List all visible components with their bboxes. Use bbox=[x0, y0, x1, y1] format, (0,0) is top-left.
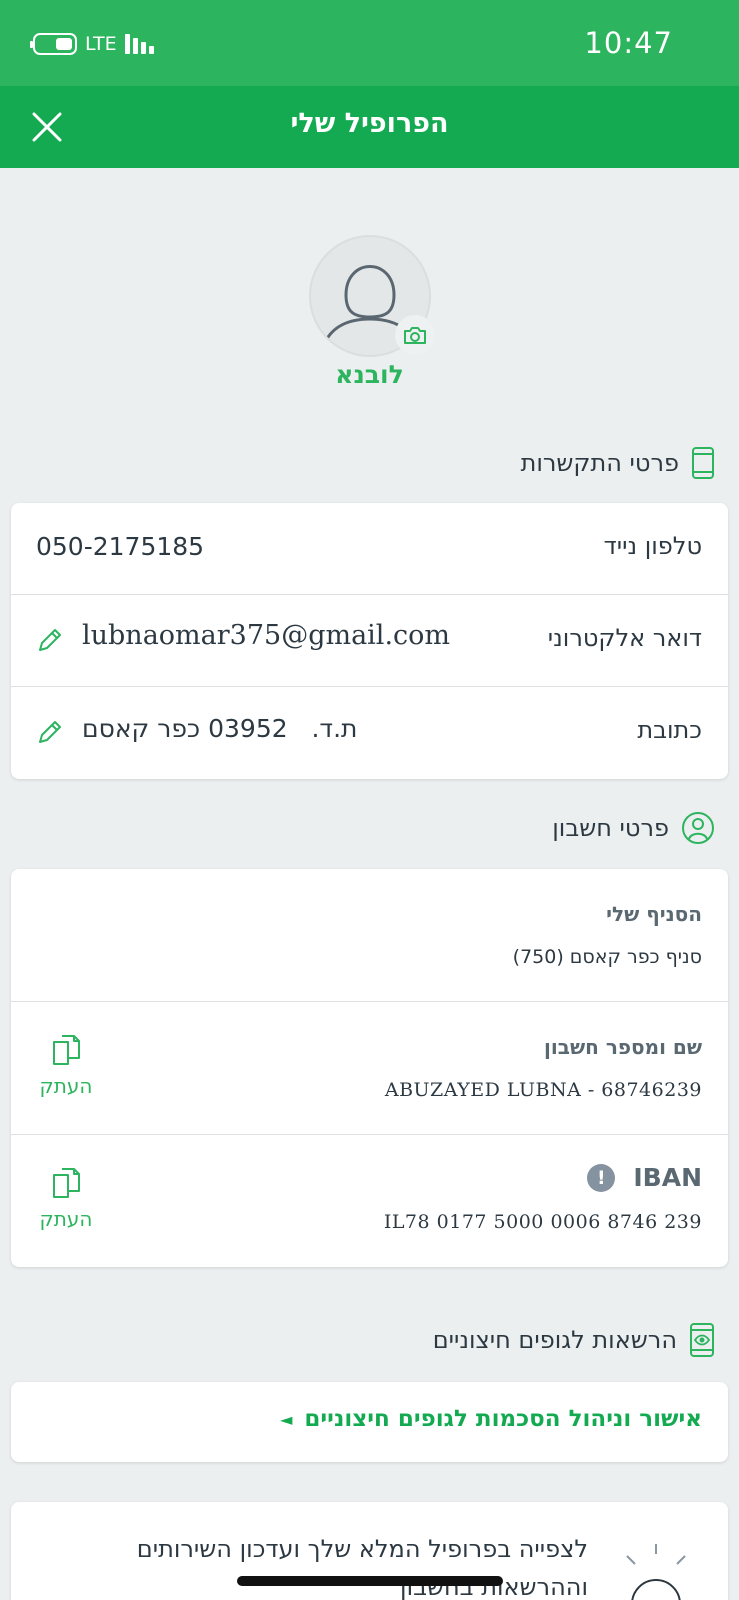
branch-label: הסניף שלי bbox=[606, 902, 702, 926]
copy-label: העתק bbox=[39, 1207, 93, 1231]
app-header: הפרופיל שלי bbox=[0, 86, 739, 168]
phone-label: טלפון נייד bbox=[603, 532, 702, 560]
battery-icon bbox=[30, 33, 77, 55]
copy-account-button[interactable]: העתק bbox=[25, 1034, 107, 1098]
email-value: lubnaomar375@gmail.com bbox=[82, 620, 451, 651]
edit-email-icon[interactable] bbox=[35, 625, 65, 655]
copy-icon bbox=[53, 1035, 80, 1065]
contact-card: טלפון נייד 050-2175185 דואר אלקטרוני lub… bbox=[11, 503, 728, 779]
iban-label-group: IBAN ! bbox=[587, 1163, 702, 1192]
account-value: ABUZAYED LUBNA - 68746239 bbox=[384, 1079, 702, 1101]
permissions-card[interactable]: אישור וניהול הסכמות לגופים חיצוניים ◄ bbox=[11, 1382, 728, 1462]
address-value: ת.ד. 03952 כפר קאסם bbox=[82, 714, 358, 743]
manage-consents-label: אישור וניהול הסכמות לגופים חיצוניים bbox=[304, 1406, 702, 1432]
iban-row: IBAN ! IL78 0177 5000 0006 8746 239 העתק bbox=[11, 1135, 728, 1267]
iban-label: IBAN bbox=[633, 1163, 702, 1192]
address-label: כתובת bbox=[637, 716, 702, 744]
address-row[interactable]: כתובת ת.ד. 03952 כפר קאסם bbox=[11, 687, 728, 779]
branch-row: הסניף שלי סניף כפר קאסם (750) bbox=[11, 869, 728, 1002]
iban-value: IL78 0177 5000 0006 8746 239 bbox=[383, 1211, 702, 1233]
copy-label: העתק bbox=[39, 1074, 93, 1098]
permissions-section-title: הרשאות לגופים חיצוניים bbox=[433, 1320, 715, 1360]
full-profile-text: לצפייה בפרופיל המלא שלך ועדכון השירותים … bbox=[136, 1535, 588, 1600]
account-number-row: שם ומספר חשבון ABUZAYED LUBNA - 68746239… bbox=[11, 1002, 728, 1135]
status-bar: LTE 10:47 bbox=[0, 0, 739, 86]
account-label: שם ומספר חשבון bbox=[544, 1035, 702, 1059]
camera-icon bbox=[404, 327, 426, 344]
lightbulb-icon bbox=[626, 1544, 686, 1600]
clock: 10:47 bbox=[584, 26, 673, 60]
contact-section-label: פרטי התקשרות bbox=[520, 449, 679, 477]
contact-section-title: פרטי התקשרות bbox=[521, 443, 715, 483]
email-row[interactable]: דואר אלקטרוני lubnaomar375@gmail.com bbox=[11, 595, 728, 687]
email-label: דואר אלקטרוני bbox=[547, 624, 702, 652]
manage-consents-link[interactable]: אישור וניהול הסכמות לגופים חיצוניים ◄ bbox=[280, 1406, 702, 1432]
network-type: LTE bbox=[85, 33, 117, 55]
signal-icon bbox=[124, 34, 154, 54]
permissions-section-label: הרשאות לגופים חיצוניים bbox=[432, 1326, 677, 1354]
arrow-left-icon: ◄ bbox=[280, 1409, 293, 1429]
change-photo-button[interactable] bbox=[395, 315, 435, 355]
copy-icon bbox=[53, 1168, 80, 1198]
account-section-title: פרטי חשבון bbox=[552, 808, 715, 848]
account-section-label: פרטי חשבון bbox=[552, 814, 669, 842]
copy-iban-button[interactable]: העתק bbox=[25, 1167, 107, 1231]
edit-address-icon[interactable] bbox=[35, 717, 65, 747]
user-name: לובנא bbox=[335, 360, 404, 389]
phone-row: טלפון נייד 050-2175185 bbox=[11, 503, 728, 595]
phone-icon bbox=[692, 447, 714, 479]
avatar[interactable] bbox=[309, 235, 435, 357]
page-title: הפרופיל שלי bbox=[290, 108, 449, 139]
phone-eye-icon bbox=[690, 1323, 714, 1357]
account-card: הסניף שלי סניף כפר קאסם (750) שם ומספר ח… bbox=[11, 869, 728, 1267]
phone-value: 050-2175185 bbox=[36, 532, 205, 561]
iban-info-icon[interactable]: ! bbox=[587, 1163, 616, 1192]
branch-value: סניף כפר קאסם (750) bbox=[512, 946, 702, 968]
user-circle-icon bbox=[682, 812, 714, 844]
home-indicator bbox=[237, 1576, 503, 1586]
status-indicators: LTE bbox=[30, 32, 154, 56]
